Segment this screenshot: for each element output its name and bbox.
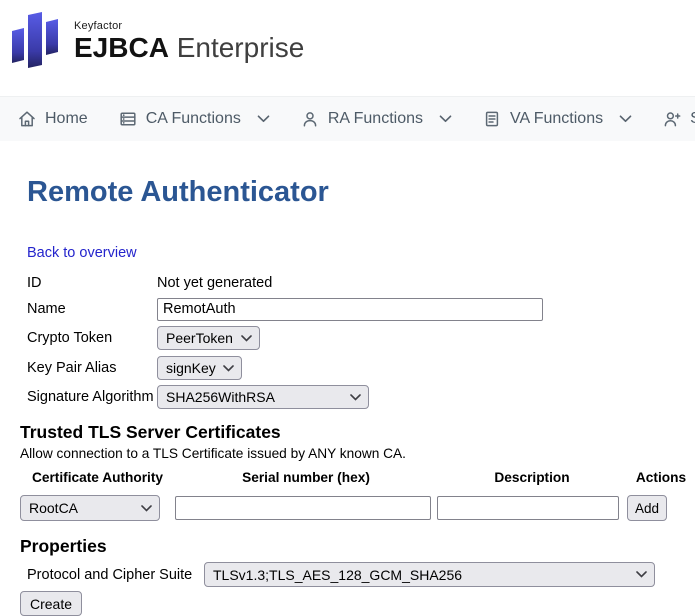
chevron-down-icon (619, 115, 632, 123)
nav-item-ca-functions[interactable]: CA Functions (119, 110, 270, 128)
nav-item-supervision-functions[interactable]: Supe (663, 110, 695, 128)
signature-algorithm-label: Signature Algorithm (27, 389, 157, 405)
nav-item-label: CA Functions (146, 110, 241, 128)
nav-item-label: Home (45, 110, 88, 128)
crypto-token-label: Crypto Token (27, 330, 157, 346)
chevron-down-icon (350, 394, 361, 401)
add-button[interactable]: Add (627, 495, 667, 521)
name-label: Name (27, 301, 157, 317)
keyfactor-label: Keyfactor (74, 20, 304, 32)
certificate-authority-value: RootCA (29, 500, 78, 516)
trusted-certs-table-header: Certificate Authority Serial number (hex… (20, 470, 675, 485)
trusted-tls-description: Allow connection to a TLS Certificate is… (20, 446, 675, 461)
protocol-cipher-label: Protocol and Cipher Suite (27, 567, 204, 583)
key-pair-alias-label: Key Pair Alias (27, 360, 157, 376)
nav-item-ra-functions[interactable]: RA Functions (301, 110, 452, 128)
home-icon (18, 110, 36, 128)
signature-algorithm-select[interactable]: SHA256WithRSA (157, 385, 369, 409)
nav-item-va-functions[interactable]: VA Functions (483, 110, 632, 128)
chevron-down-icon (241, 335, 252, 342)
ra-functions-icon (301, 110, 319, 128)
nav-item-label: VA Functions (510, 110, 603, 128)
id-label: ID (27, 275, 157, 291)
user-plus-icon (663, 110, 681, 128)
protocol-cipher-row: Protocol and Cipher Suite TLSv1.3;TLS_AE… (20, 562, 675, 587)
remote-authenticator-form: ID Not yet generated Name Crypto Token P… (20, 272, 675, 409)
signature-algorithm-value: SHA256WithRSA (166, 389, 275, 405)
product-edition: Enterprise (177, 32, 305, 63)
column-header-actions: Actions (627, 470, 695, 485)
properties-heading: Properties (20, 536, 675, 557)
key-pair-alias-value: signKey (166, 360, 216, 376)
column-header-description: Description (437, 470, 627, 485)
nav-item-label: RA Functions (328, 110, 423, 128)
name-input[interactable] (157, 298, 543, 321)
main-nav: Home CA Functions RA Functions (0, 96, 695, 141)
column-header-certificate-authority: Certificate Authority (20, 470, 175, 485)
protocol-cipher-value: TLSv1.3;TLS_AES_128_GCM_SHA256 (213, 567, 462, 583)
content: Remote Authenticator Back to overview ID… (0, 176, 695, 616)
certificate-authority-select[interactable]: RootCA (20, 495, 160, 521)
product-name: EJBCA (74, 32, 169, 63)
chevron-down-icon (439, 115, 452, 123)
create-button[interactable]: Create (20, 591, 82, 616)
protocol-cipher-select[interactable]: TLSv1.3;TLS_AES_128_GCM_SHA256 (204, 562, 655, 587)
nav-item-label: Supe (690, 110, 695, 128)
trusted-tls-heading: Trusted TLS Server Certificates (20, 422, 675, 443)
back-to-overview-link[interactable]: Back to overview (27, 245, 137, 261)
chevron-down-icon (636, 571, 647, 578)
chevron-down-icon (141, 505, 152, 512)
chevron-down-icon (257, 115, 270, 123)
chevron-down-icon (223, 365, 234, 372)
trusted-certs-table-row: RootCA Add (20, 495, 675, 521)
key-pair-alias-select[interactable]: signKey (157, 356, 242, 380)
id-value: Not yet generated (157, 275, 272, 291)
va-functions-icon (483, 110, 501, 128)
keyfactor-logo-icon (12, 10, 60, 68)
serial-number-input[interactable] (175, 496, 431, 520)
ejbca-wordmark: Keyfactor EJBCA Enterprise (74, 20, 304, 62)
nav-item-home[interactable]: Home (18, 110, 88, 128)
column-header-serial-number: Serial number (hex) (175, 470, 437, 485)
crypto-token-value: PeerToken (166, 330, 233, 346)
ca-functions-icon (119, 110, 137, 128)
app-header: Keyfactor EJBCA Enterprise (0, 0, 695, 96)
description-input[interactable] (437, 496, 619, 520)
page-title: Remote Authenticator (27, 176, 675, 209)
crypto-token-select[interactable]: PeerToken (157, 326, 260, 350)
